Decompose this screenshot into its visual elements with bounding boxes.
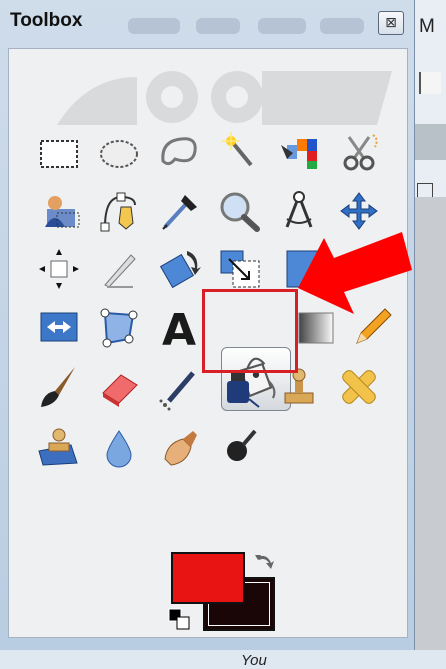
- zoom-tool[interactable]: [207, 183, 271, 239]
- perspective-clone-tool[interactable]: [27, 419, 91, 475]
- text-tool-glyph: A: [162, 305, 196, 355]
- foreground-select-tool[interactable]: [27, 183, 91, 239]
- heal-tool-icon: [342, 370, 376, 404]
- cage-transform-tool-icon: [100, 308, 138, 348]
- blurred-menu-item: [320, 18, 364, 34]
- background-window-control: [419, 72, 441, 94]
- heal-tool[interactable]: [327, 359, 391, 415]
- paths-tool[interactable]: [87, 183, 151, 239]
- rect-select-tool[interactable]: [27, 125, 91, 181]
- paths-tool-icon: [100, 192, 136, 232]
- zoom-tool-icon: [220, 192, 260, 232]
- swap-arrows-icon[interactable]: [251, 551, 277, 573]
- free-select-tool[interactable]: [147, 125, 211, 181]
- fuzzy-select-tool[interactable]: [207, 125, 271, 181]
- scissors-select-tool[interactable]: [327, 125, 391, 181]
- blurred-menu-item: [128, 18, 180, 34]
- crop-tool-icon: [104, 254, 136, 288]
- smudge-tool-icon: [164, 431, 197, 466]
- cage-transform-tool[interactable]: [87, 299, 151, 355]
- align-tool[interactable]: [27, 241, 91, 297]
- background-window-canvas: [415, 197, 446, 650]
- window-title: Toolbox: [10, 10, 83, 31]
- ellipse-select-tool-icon: [100, 140, 138, 168]
- color-area: [165, 547, 285, 643]
- annotation-arrow-icon: [298, 232, 412, 314]
- foreground-select-tool-icon: [45, 196, 80, 228]
- color-picker-tool-icon: [162, 195, 197, 230]
- scissors-select-tool-icon: [343, 134, 378, 171]
- color-picker-tool[interactable]: [147, 183, 211, 239]
- background-window-toolbar: [415, 124, 446, 160]
- annotation-highlight-box: [202, 289, 298, 373]
- background-window-title: M: [419, 16, 435, 37]
- color-select-tool[interactable]: [267, 125, 331, 181]
- eraser-tool[interactable]: [87, 359, 151, 415]
- ellipse-select-tool[interactable]: [87, 125, 151, 181]
- dodge-burn-tool[interactable]: [207, 419, 271, 475]
- rect-select-tool-icon: [40, 140, 78, 168]
- crop-tool[interactable]: [87, 241, 151, 297]
- smudge-tool[interactable]: [147, 419, 211, 475]
- free-select-tool-icon: [161, 137, 197, 166]
- flip-tool[interactable]: [27, 299, 91, 355]
- wilber-drop-area[interactable]: [47, 67, 397, 125]
- paintbrush-tool-icon: [41, 367, 75, 407]
- blur-sharpen-tool-icon: [106, 430, 132, 468]
- close-button[interactable]: ⊠: [378, 11, 404, 35]
- blurred-menu-item: [196, 18, 240, 34]
- default-colors-icon[interactable]: [167, 607, 191, 631]
- blur-sharpen-tool[interactable]: [87, 419, 151, 475]
- active-image-label[interactable]: You: [241, 652, 267, 669]
- flip-tool-icon: [40, 312, 78, 342]
- foreground-color-swatch[interactable]: [171, 552, 245, 604]
- eraser-tool-icon: [102, 374, 138, 407]
- titlebar[interactable]: Toolbox ⊠: [0, 0, 415, 48]
- color-select-tool-icon: [281, 139, 317, 169]
- align-tool-icon: [39, 249, 79, 289]
- fuzzy-select-tool-icon: [222, 132, 253, 167]
- background-window: M: [415, 0, 446, 650]
- dodge-burn-tool-icon: [227, 429, 257, 461]
- toolbox-window: Toolbox ⊠ A You: [0, 0, 415, 669]
- perspective-clone-tool-icon: [38, 428, 78, 466]
- blurred-menu-item: [258, 18, 306, 34]
- paintbrush-tool[interactable]: [27, 359, 91, 415]
